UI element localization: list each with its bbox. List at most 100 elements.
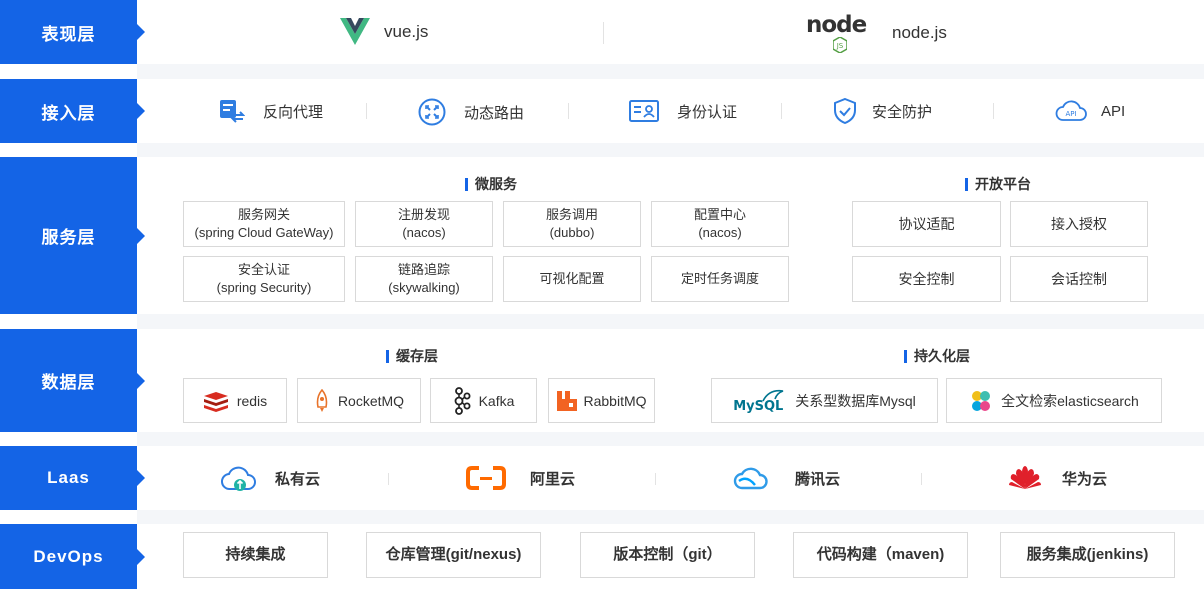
persistence-label: 全文检索elasticsearch [1001, 392, 1139, 409]
box-title: 链路追踪 [397, 262, 450, 277]
divider [655, 473, 656, 485]
access-label: 身份认证 [677, 103, 738, 121]
microservice-title-text: 微服务 [475, 176, 517, 192]
box-title: 定时任务调度 [680, 271, 759, 286]
cloud-label: 阿里云 [530, 470, 576, 488]
cache-title-text: 缓存层 [396, 348, 438, 364]
devops-box: 代码构建（maven) [793, 532, 968, 578]
box-subtitle: (nacos) [402, 225, 446, 240]
title-bar [465, 177, 468, 191]
rocketmq-icon [316, 388, 328, 412]
cloud-item-huawei: 华为云 [1008, 465, 1107, 491]
node-hexagon-icon: JS [833, 37, 847, 53]
access-label: API [1101, 102, 1126, 120]
microservice-box: 服务网关 (spring Cloud GateWay) [183, 201, 345, 247]
persistence-box: 全文检索elasticsearch [946, 378, 1162, 423]
data-layer-tag: 数据层 [0, 329, 145, 432]
access-label: 反向代理 [263, 103, 324, 121]
private-cloud-icon [221, 466, 256, 491]
divider [781, 103, 782, 119]
title-bar [386, 349, 389, 363]
devops-layer: DevOps 持续集成 仓库管理(git/nexus) 版本控制（git） 代码… [0, 524, 1204, 589]
microservice-box: 配置中心 (nacos) [651, 201, 789, 247]
box-subtitle: (spring Security) [216, 280, 312, 295]
node-logo-icon: node JS [806, 12, 876, 54]
devops-box: 持续集成 [183, 532, 328, 578]
title-bar [904, 349, 907, 363]
access-label: 动态路由 [464, 104, 525, 122]
svg-text:JS: JS [836, 42, 844, 50]
persistence-box: MySQL 关系型数据库Mysql [711, 378, 938, 423]
box-title: 可视化配置 [539, 271, 605, 286]
laas-layer-tag: Laas [0, 446, 145, 510]
cache-label: Kafka [478, 392, 515, 409]
devops-layer-tag: DevOps [0, 524, 145, 589]
reverse-proxy-icon [220, 100, 245, 123]
devops-box: 仓库管理(git/nexus) [366, 532, 541, 578]
divider [366, 103, 367, 119]
node-logo-text: node [806, 12, 867, 38]
box-subtitle: (skywalking) [388, 280, 460, 295]
service-layer: 服务层 微服务 开放平台 服务网关 (spring Cloud GateWay)… [0, 157, 1204, 314]
microservice-box: 链路追踪 (skywalking) [355, 256, 493, 302]
dynamic-routing-icon [418, 98, 446, 126]
gap [137, 64, 1204, 79]
microservice-box: 注册发现 (nacos) [355, 201, 493, 247]
box-title: 服务网关 [237, 207, 290, 222]
elasticsearch-icon [972, 390, 991, 411]
open-platform-box: 安全控制 [852, 256, 1001, 302]
node-item: node JS node.js [806, 12, 947, 54]
divider [568, 103, 569, 119]
tencent-cloud-icon [733, 467, 768, 490]
box-subtitle: (nacos) [698, 225, 742, 240]
access-layer-tag: 接入层 [0, 79, 145, 143]
id-card-icon [629, 100, 659, 122]
cache-label: RabbitMQ [583, 392, 647, 409]
cloud-item-tencent: 腾讯云 [733, 465, 840, 491]
gap [137, 432, 1204, 446]
microservice-box: 安全认证 (spring Security) [183, 256, 345, 302]
access-item-reverse-proxy: 反向代理 [219, 99, 323, 123]
cache-box: redis [183, 378, 287, 423]
microservice-box: 可视化配置 [503, 256, 641, 302]
box-subtitle: (spring Cloud GateWay) [194, 225, 334, 240]
cache-label: redis [236, 392, 268, 409]
access-item-identity-auth: 身份认证 [629, 99, 737, 123]
open-platform-title-text: 开放平台 [975, 176, 1031, 192]
title-bar [965, 177, 968, 191]
vue-item: vue.js [340, 18, 428, 45]
cache-box: RocketMQ [297, 378, 421, 423]
aliyun-icon [466, 466, 506, 490]
microservice-title: 微服务 [465, 174, 517, 194]
devops-box: 版本控制（git） [580, 532, 755, 578]
mysql-logo-text: MySQL [733, 398, 784, 414]
presentation-layer: 表现层 vue.js node JS node.js [0, 0, 1204, 64]
access-item-api: API API [1055, 99, 1125, 123]
cloud-label: 腾讯云 [795, 470, 841, 488]
box-title: 安全认证 [237, 262, 290, 277]
microservice-box: 定时任务调度 [651, 256, 789, 302]
open-platform-box: 接入授权 [1010, 201, 1148, 247]
cache-box: Kafka [430, 378, 537, 423]
persistence-label: 关系型数据库Mysql [795, 392, 916, 409]
access-item-dynamic-routing: 动态路由 [418, 98, 524, 126]
box-title: 配置中心 [693, 207, 746, 222]
gap [137, 510, 1204, 524]
access-item-security-protection: 安全防护 [834, 98, 932, 124]
cache-label: RocketMQ [337, 392, 405, 409]
gap [137, 314, 1204, 329]
open-platform-box: 会话控制 [1010, 256, 1148, 302]
gap [137, 143, 1204, 157]
open-platform-title: 开放平台 [965, 174, 1031, 194]
cloud-item-aliyun: 阿里云 [466, 466, 575, 490]
mysql-logo-icon: MySQL [733, 387, 787, 415]
divider [921, 473, 922, 485]
microservice-box: 服务调用 (dubbo) [503, 201, 641, 247]
access-label: 安全防护 [872, 103, 933, 121]
persistence-title: 持久化层 [904, 346, 970, 366]
node-label: node.js [892, 23, 947, 42]
laas-layer: Laas 私有云 阿里云 腾讯云 华为云 [0, 446, 1204, 510]
divider [388, 473, 389, 485]
open-platform-box: 协议适配 [852, 201, 1001, 247]
rabbitmq-icon [557, 390, 578, 411]
